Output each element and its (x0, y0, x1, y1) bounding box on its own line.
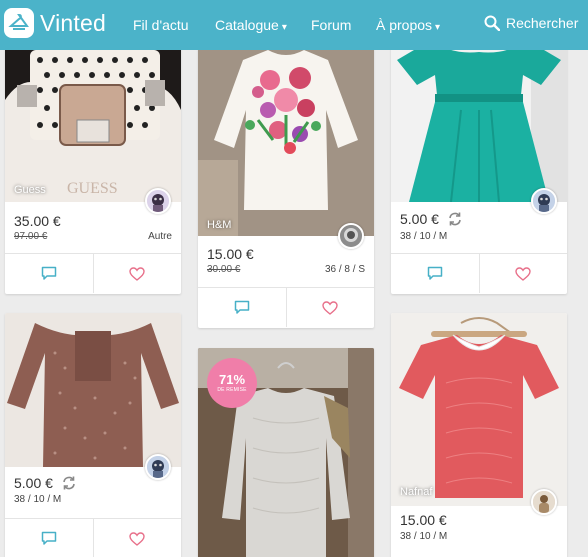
top-navigation-bar: Vinted Fil d'actu Catalogue ▾ Forum À pro… (0, 0, 588, 50)
item-price: 15.00 € (207, 246, 254, 262)
chat-bubble-icon (427, 266, 442, 280)
chat-bubble-icon (41, 531, 56, 545)
heart-icon (515, 266, 531, 281)
swap-icon (449, 212, 461, 226)
item-price-value: 5.00 € (400, 211, 439, 227)
favorite-button[interactable] (285, 288, 375, 327)
item-brand: Nafnaf (400, 486, 433, 498)
heart-icon (129, 531, 145, 546)
search-label: Rechercher (506, 15, 579, 31)
heart-icon (129, 266, 145, 281)
seller-avatar[interactable] (145, 454, 171, 480)
message-button[interactable] (5, 254, 93, 293)
chat-bubble-icon (234, 300, 249, 314)
item-photo[interactable] (391, 30, 567, 202)
message-button[interactable] (198, 288, 286, 327)
favorite-button[interactable] (92, 519, 182, 557)
seller-avatar[interactable] (531, 489, 557, 515)
item-brand: Guess (14, 184, 46, 196)
chevron-down-icon: ▾ (435, 22, 441, 33)
item-size: Autre (148, 231, 172, 242)
item-actions (198, 287, 374, 327)
item-photo[interactable] (391, 313, 567, 506)
nav-a-propos-label: À propos (376, 17, 433, 33)
item-original-price: 30.00 € (207, 264, 241, 275)
item-photo[interactable]: GUESS (5, 30, 181, 202)
search-icon (484, 15, 500, 31)
heart-icon (322, 300, 338, 315)
seller-avatar[interactable] (531, 188, 557, 214)
hanger-logo-icon (4, 8, 34, 38)
item-card[interactable]: Nafnaf 15.00 € 38 / 10 / M (391, 313, 567, 557)
logo-text: Vinted (40, 9, 106, 36)
favorite-button[interactable] (92, 254, 182, 293)
search-button[interactable]: Rechercher (484, 15, 578, 31)
item-brand: H&M (207, 219, 232, 231)
seller-avatar[interactable] (145, 188, 171, 214)
item-size: 38 / 10 / M (14, 494, 62, 505)
item-size: 38 / 10 / M (400, 231, 448, 242)
nav-a-propos[interactable]: À propos ▾ (376, 17, 440, 33)
message-button[interactable] (391, 254, 479, 293)
item-card[interactable]: GUESS Guess 35.00 € 97.00 € Autre (5, 30, 181, 294)
item-card[interactable]: H&M 15.00 € 30.00 € 36 / 8 / S (198, 30, 374, 328)
item-card[interactable]: 71% DE REMISE (198, 348, 374, 557)
item-price: 15.00 € (400, 512, 447, 528)
item-actions (391, 253, 567, 293)
chat-bubble-icon (41, 266, 56, 280)
seller-avatar[interactable] (338, 223, 364, 249)
chevron-down-icon: ▾ (281, 22, 287, 33)
item-size: 36 / 8 / S (324, 264, 365, 275)
item-photo[interactable] (5, 313, 181, 467)
item-price: 5.00 € (14, 475, 77, 491)
item-card[interactable]: 5.00 € 38 / 10 / M (391, 30, 567, 294)
item-photo[interactable] (198, 30, 374, 236)
item-actions (5, 518, 181, 557)
favorite-button[interactable] (478, 254, 568, 293)
svg-text:GUESS: GUESS (67, 180, 118, 197)
discount-percent: 71% (218, 372, 246, 387)
item-original-price: 97.00 € (14, 231, 48, 242)
nav-catalogue-label: Catalogue (215, 17, 279, 33)
nav-fil-dactu[interactable]: Fil d'actu (133, 17, 189, 33)
item-actions (5, 253, 181, 293)
discount-label: DE REMISE (217, 387, 247, 393)
item-card[interactable]: 5.00 € 38 / 10 / M (5, 313, 181, 557)
message-button[interactable] (5, 519, 93, 557)
vinted-logo[interactable]: Vinted (4, 8, 106, 38)
item-price-value: 5.00 € (14, 475, 53, 491)
discount-badge: 71% DE REMISE (207, 358, 257, 408)
nav-forum[interactable]: Forum (311, 17, 351, 33)
nav-catalogue[interactable]: Catalogue ▾ (215, 17, 287, 33)
item-price: 5.00 € (400, 211, 463, 227)
swap-icon (63, 476, 75, 490)
item-price: 35.00 € (14, 213, 61, 229)
item-size: 38 / 10 / M (400, 531, 448, 542)
